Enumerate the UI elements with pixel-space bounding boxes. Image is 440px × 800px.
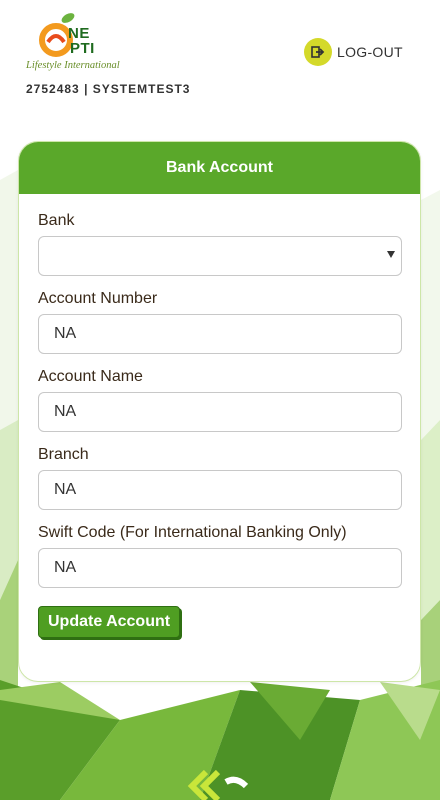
field-account-number: Account Number NA bbox=[38, 290, 402, 354]
user-info: 2752483 | SYSTEMTEST3 bbox=[26, 82, 190, 96]
brand-tagline: Lifestyle International bbox=[26, 60, 120, 71]
swift-code-label: Swift Code (For International Banking On… bbox=[38, 524, 347, 541]
field-account-name: Account Name NA bbox=[38, 368, 402, 432]
swift-code-input[interactable]: NA bbox=[38, 548, 402, 588]
bank-label: Bank bbox=[38, 212, 75, 229]
branch-input[interactable]: NA bbox=[38, 470, 402, 510]
bank-select[interactable] bbox=[38, 236, 402, 276]
account-name-input[interactable]: NA bbox=[38, 392, 402, 432]
brand-logo: NE PTI Lifestyle International bbox=[24, 12, 134, 76]
brand-line-2: PTI bbox=[70, 40, 95, 57]
card-title: Bank Account bbox=[19, 142, 420, 194]
back-arrow-icon[interactable] bbox=[186, 770, 256, 800]
user-separator: | bbox=[84, 82, 89, 96]
logout-label: LOG-OUT bbox=[337, 44, 403, 60]
field-branch: Branch NA bbox=[38, 446, 402, 510]
dropdown-arrow-icon bbox=[387, 251, 395, 258]
account-name-label: Account Name bbox=[38, 368, 143, 385]
field-swift-code: Swift Code (For International Banking On… bbox=[38, 524, 402, 588]
user-id: 2752483 bbox=[26, 82, 80, 96]
sign-out-icon bbox=[304, 38, 332, 66]
username: SYSTEMTEST3 bbox=[92, 82, 191, 96]
account-number-input[interactable]: NA bbox=[38, 314, 402, 354]
field-bank: Bank bbox=[38, 212, 402, 276]
branch-label: Branch bbox=[38, 446, 89, 463]
logout-button[interactable]: LOG-OUT bbox=[304, 38, 403, 66]
account-number-label: Account Number bbox=[38, 290, 158, 307]
bank-account-card: Bank Account Bank Account Number NA Acco… bbox=[18, 141, 421, 682]
update-account-button[interactable]: Update Account bbox=[38, 606, 181, 638]
